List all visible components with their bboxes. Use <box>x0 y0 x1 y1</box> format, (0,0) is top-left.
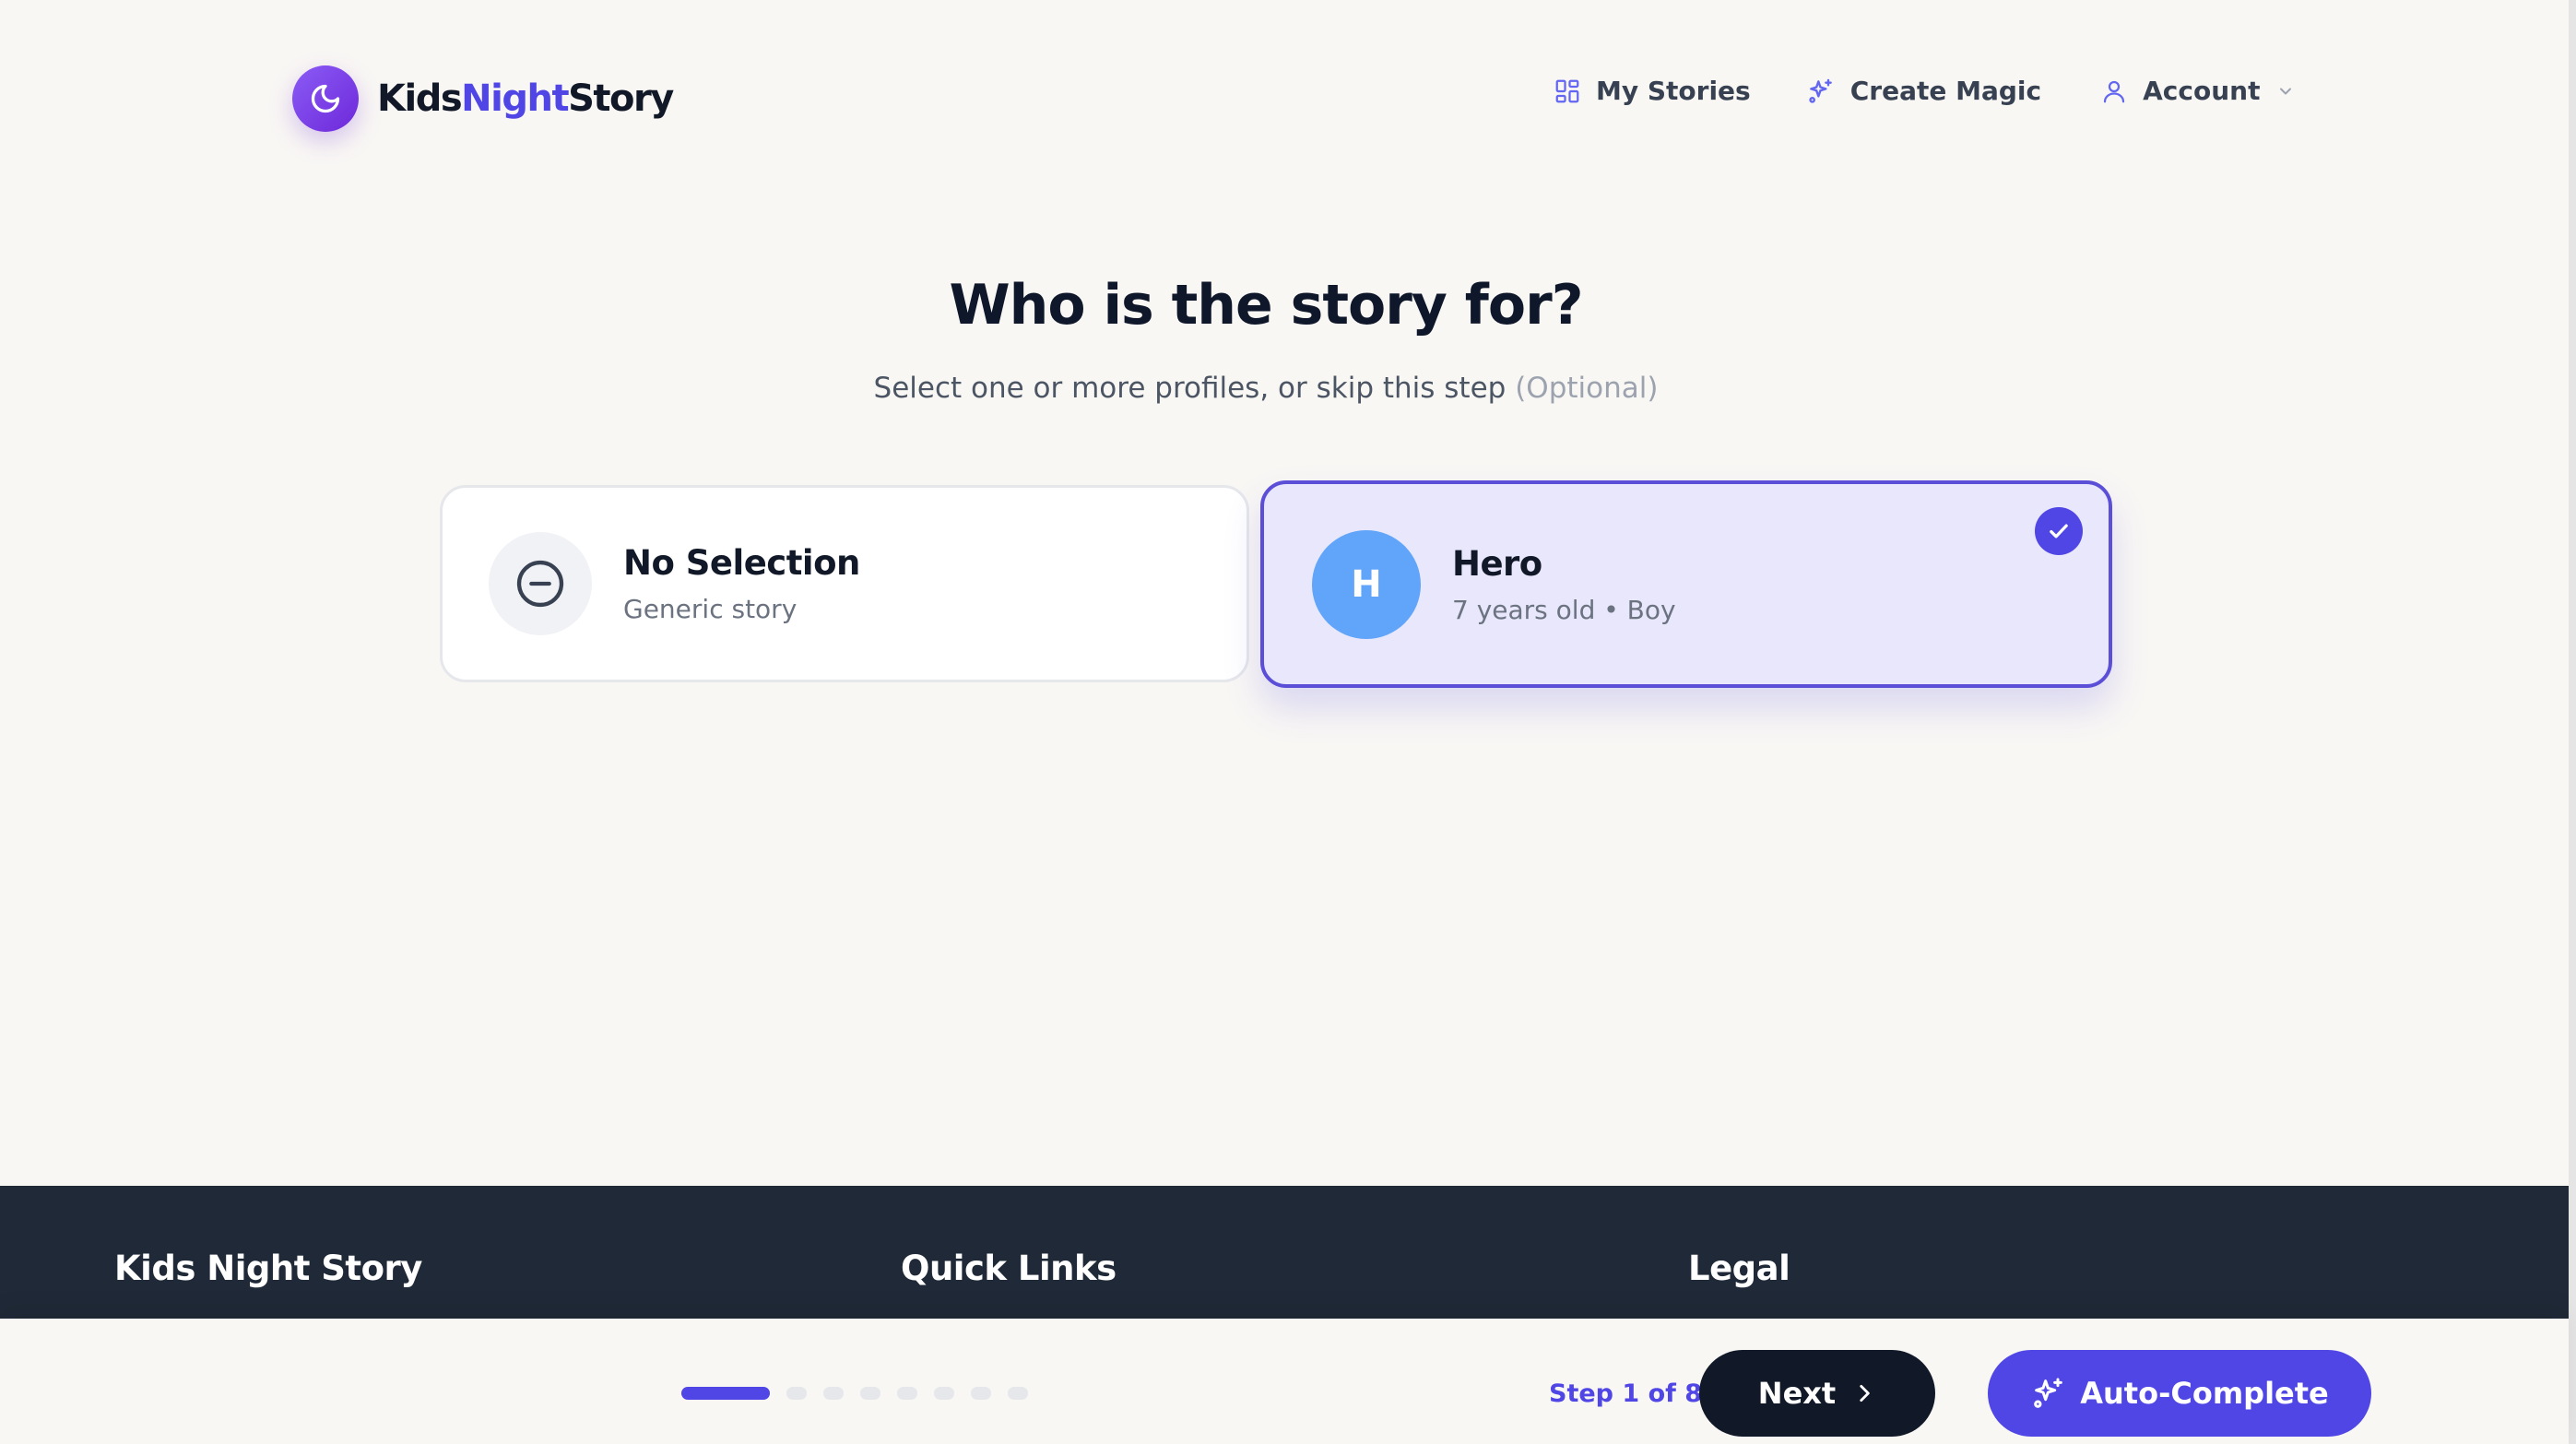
footer-heading-brand: Kids Night Story <box>114 1249 422 1288</box>
nav-my-stories-label: My Stories <box>1596 76 1751 106</box>
profile-name: Hero <box>1452 543 1542 584</box>
nav-account[interactable]: Account <box>2100 76 2295 106</box>
footer-heading-quick-links: Quick Links <box>901 1249 1117 1288</box>
brand-name: KidsNightStory <box>377 77 674 120</box>
step-dot <box>860 1387 880 1400</box>
check-icon <box>2035 507 2083 555</box>
grid-icon <box>1555 79 1579 102</box>
step-dot <box>934 1387 954 1400</box>
window-edge <box>2569 0 2576 1444</box>
profile-description: 7 years old • Boy <box>1452 594 1676 625</box>
profile-card-hero[interactable]: H Hero 7 years old • Boy <box>1260 480 2112 688</box>
page-subtitle: Select one or more profiles, or skip thi… <box>0 372 2532 405</box>
nav-my-stories[interactable]: My Stories <box>1554 76 1751 106</box>
auto-complete-label: Auto-Complete <box>2080 1376 2329 1411</box>
profile-info: No Selection Generic story <box>623 543 860 624</box>
profile-info: Hero 7 years old • Boy <box>1452 544 1676 625</box>
sparkles-icon <box>1809 78 1832 103</box>
auto-complete-button[interactable]: Auto-Complete <box>1988 1350 2371 1437</box>
profile-avatar: H <box>1312 529 1421 639</box>
subtitle-text: Select one or more profiles, or skip thi… <box>873 372 1507 405</box>
step-dot <box>971 1387 991 1400</box>
brand-part-night: Night <box>461 77 569 120</box>
chevron-right-icon <box>1860 1385 1870 1402</box>
logo[interactable]: KidsNightStory <box>292 65 674 132</box>
nav-create-magic[interactable]: Create Magic <box>1806 76 2041 106</box>
profile-name: No Selection <box>623 543 860 583</box>
page-title: Who is the story for? <box>949 273 1583 337</box>
nav-create-magic-label: Create Magic <box>1849 76 2042 106</box>
next-button[interactable]: Next <box>1699 1350 1935 1437</box>
moon-icon <box>292 65 359 132</box>
step-dot <box>823 1387 844 1400</box>
step-counter: Step 1 of 8 <box>1549 1379 1703 1408</box>
step-dot-active <box>681 1387 770 1400</box>
main-nav: My Stories Create Magic Account <box>1554 76 2295 106</box>
step-dot <box>897 1387 917 1400</box>
brand-part-story: Story <box>568 77 674 120</box>
sparkles-icon <box>2034 1378 2063 1408</box>
user-icon <box>2103 80 2125 102</box>
nav-account-label: Account <box>2143 76 2261 106</box>
profile-description: Generic story <box>623 594 798 624</box>
header: KidsNightStory My Stories Create Magic A… <box>0 0 2576 194</box>
brand-part-kids: Kids <box>377 77 463 120</box>
step-dot <box>786 1387 807 1400</box>
chevron-down-icon <box>2280 88 2292 94</box>
optional-label: (Optional) <box>1515 372 1659 405</box>
minus-circle-icon <box>489 532 592 635</box>
step-dot <box>1008 1387 1028 1400</box>
step-progress <box>681 1387 1045 1400</box>
footer: Kids Night Story Quick Links Legal <box>0 1186 2569 1333</box>
profile-card-no-selection[interactable]: No Selection Generic story <box>440 485 1249 682</box>
footer-heading-legal: Legal <box>1688 1249 1790 1288</box>
wizard-bar: Step 1 of 8 Next Auto-Complete <box>0 1319 2569 1444</box>
next-button-label: Next <box>1757 1376 1837 1411</box>
